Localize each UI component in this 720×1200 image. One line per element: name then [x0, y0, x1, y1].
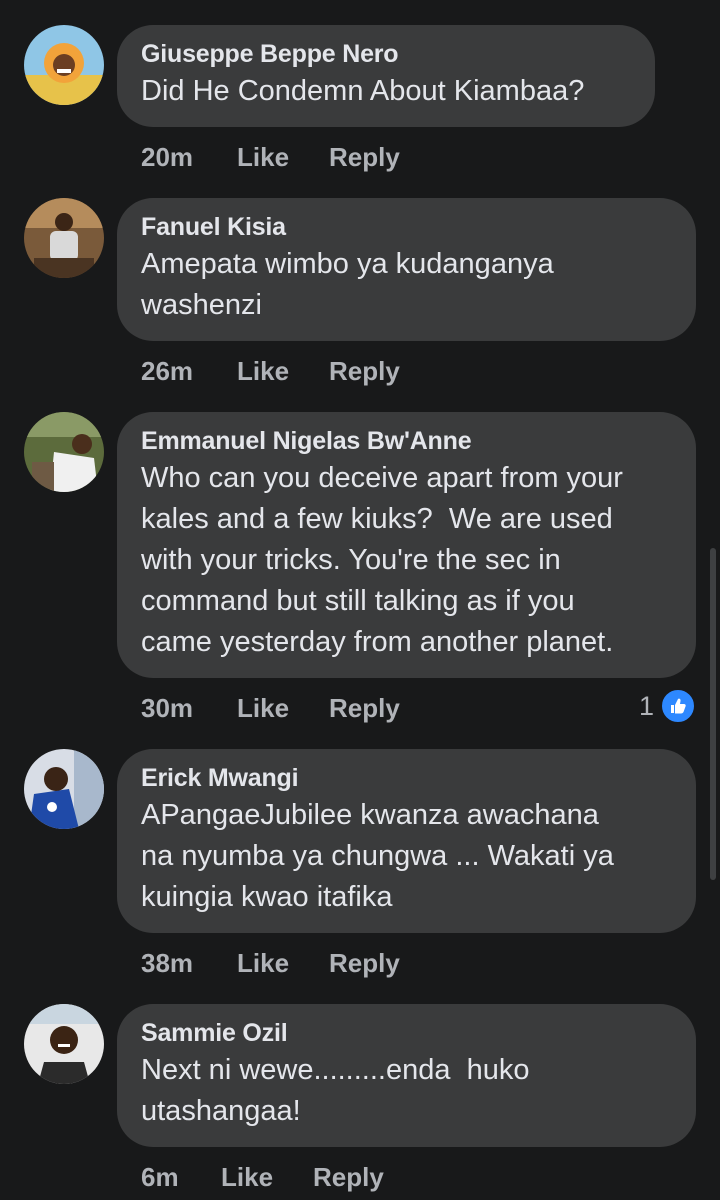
avatar[interactable]: [24, 1004, 104, 1084]
scrollbar[interactable]: [710, 548, 716, 880]
reaction-summary[interactable]: 1: [639, 688, 696, 724]
avatar[interactable]: [24, 749, 104, 829]
comment-bubble: Giuseppe Beppe Nero Did He Condemn About…: [117, 25, 655, 127]
reply-button[interactable]: Reply: [329, 142, 400, 173]
like-button[interactable]: Like: [237, 948, 329, 979]
comment-time[interactable]: 30m: [141, 693, 237, 724]
comment-actions: 6m Like Reply: [141, 1162, 384, 1193]
comment-bubble: Emmanuel Nigelas Bw'Anne Who can you dec…: [117, 412, 696, 678]
comment-text: Amepata wimbo ya kudanganya washenzi: [141, 248, 554, 321]
like-button[interactable]: Like: [237, 142, 329, 173]
comment-bubble: Fanuel Kisia Amepata wimbo ya kudanganya…: [117, 198, 696, 341]
comment-text: APangaeJubilee kwanza awachana na nyumba…: [141, 799, 614, 913]
comment-author[interactable]: Sammie Ozil: [141, 1018, 672, 1048]
like-button[interactable]: Like: [237, 356, 329, 387]
comment-author[interactable]: Emmanuel Nigelas Bw'Anne: [141, 426, 672, 456]
thumbs-up-icon: [660, 688, 696, 724]
avatar[interactable]: [24, 198, 104, 278]
comment-time[interactable]: 20m: [141, 142, 237, 173]
reply-button[interactable]: Reply: [329, 693, 400, 724]
like-button[interactable]: Like: [221, 1162, 313, 1193]
comment-author[interactable]: Fanuel Kisia: [141, 212, 672, 242]
comment-actions: 38m Like Reply: [141, 948, 400, 979]
comments-feed: Giuseppe Beppe Nero Did He Condemn About…: [0, 0, 720, 1200]
comment-time[interactable]: 26m: [141, 356, 237, 387]
comment-text: Who can you deceive apart from your kale…: [141, 462, 623, 658]
comment-actions: 30m Like Reply: [141, 693, 400, 724]
comment-time[interactable]: 38m: [141, 948, 237, 979]
reply-button[interactable]: Reply: [329, 356, 400, 387]
comment-author[interactable]: Erick Mwangi: [141, 763, 672, 793]
comment-actions: 20m Like Reply: [141, 142, 400, 173]
comment-time[interactable]: 6m: [141, 1162, 221, 1193]
reply-button[interactable]: Reply: [329, 948, 400, 979]
avatar[interactable]: [24, 412, 104, 492]
comment-text: Next ni wewe.........enda huko utashanga…: [141, 1054, 530, 1127]
comment-actions: 26m Like Reply: [141, 356, 400, 387]
avatar[interactable]: [24, 25, 104, 105]
comment-bubble: Erick Mwangi APangaeJubilee kwanza awach…: [117, 749, 696, 933]
comment-text: Did He Condemn About Kiambaa?: [141, 75, 585, 107]
reaction-count: 1: [638, 690, 654, 721]
comment-author[interactable]: Giuseppe Beppe Nero: [141, 39, 631, 69]
comment-bubble: Sammie Ozil Next ni wewe.........enda hu…: [117, 1004, 696, 1147]
like-button[interactable]: Like: [237, 693, 329, 724]
reply-button[interactable]: Reply: [313, 1162, 384, 1193]
